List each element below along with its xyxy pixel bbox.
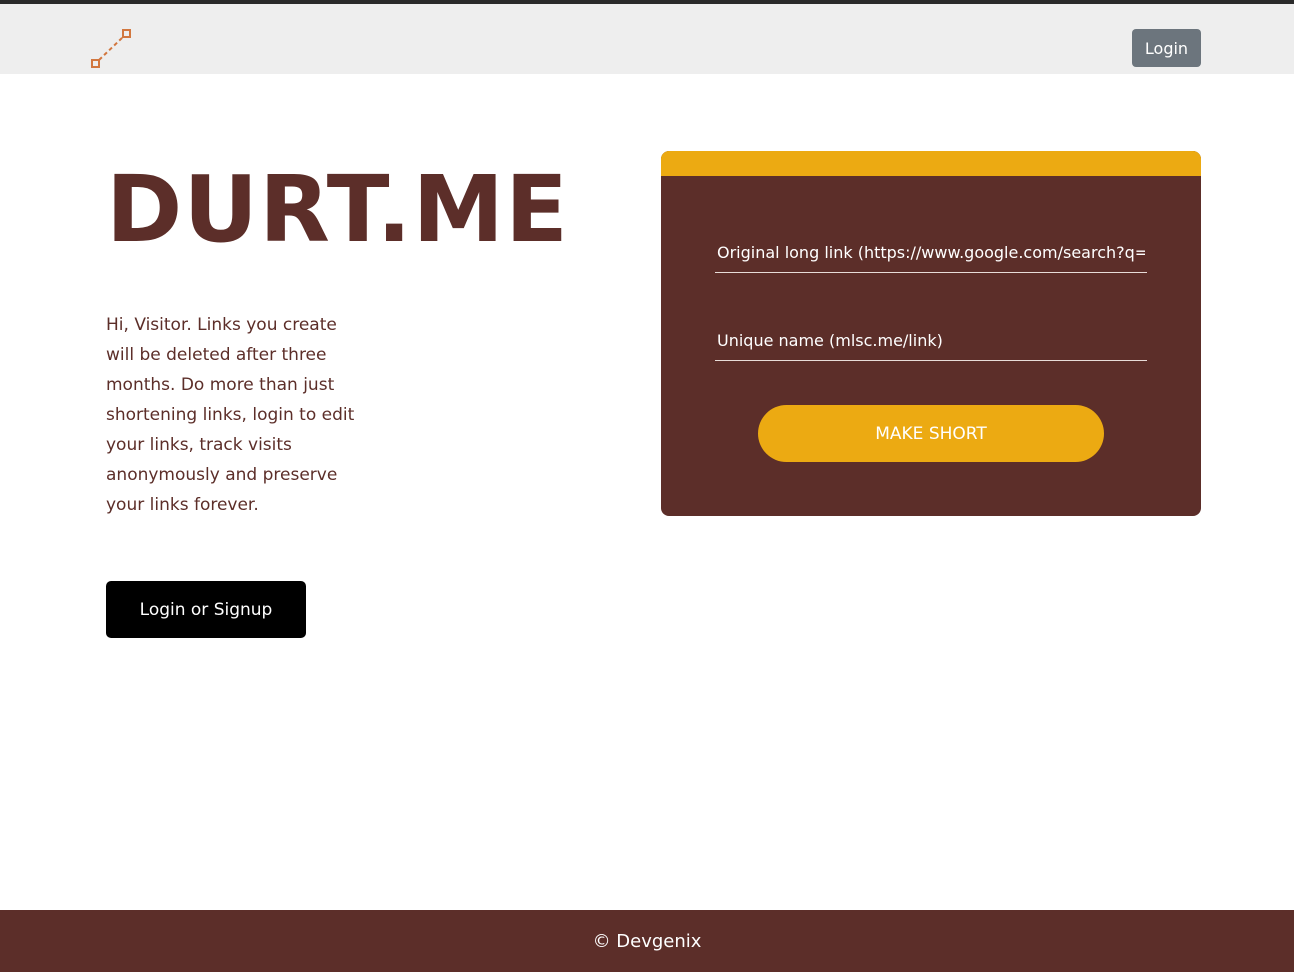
footer: © Devgenix <box>0 910 1294 972</box>
shorten-form-card: MAKE SHORT <box>661 151 1201 516</box>
login-or-signup-button[interactable]: Login or Signup <box>106 581 306 638</box>
footer-copyright: © Devgenix <box>592 930 702 952</box>
intro-text: Hi, Visitor. Links you create will be de… <box>106 315 355 515</box>
navbar: Login <box>0 4 1294 74</box>
link-path-icon[interactable] <box>88 28 134 74</box>
card-accent-bar <box>661 151 1201 176</box>
navbar-login-button[interactable]: Login <box>1132 29 1201 67</box>
brand-title: DURT.ME <box>106 156 569 263</box>
long-link-input[interactable] <box>715 233 1147 273</box>
make-short-button[interactable]: MAKE SHORT <box>758 405 1104 462</box>
unique-name-input[interactable] <box>715 321 1147 361</box>
